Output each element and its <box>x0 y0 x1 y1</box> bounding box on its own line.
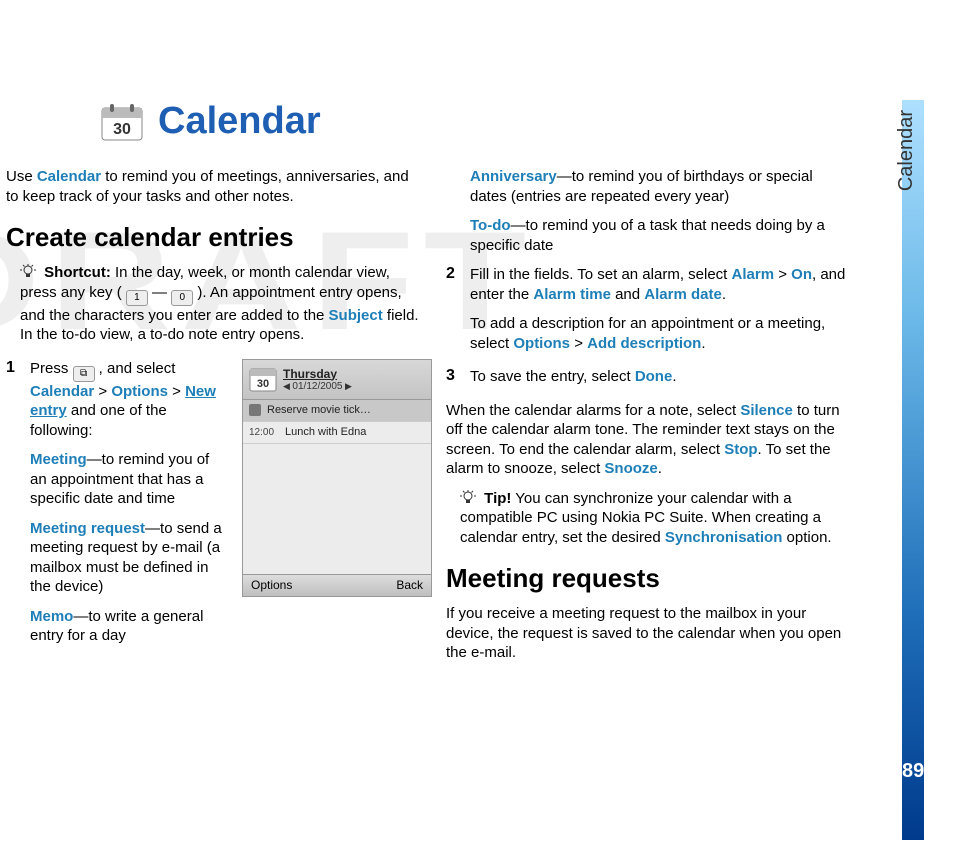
entry-text: Lunch with Edna <box>285 426 366 438</box>
calendar-chapter-icon: 30 <box>100 102 144 142</box>
heading-meeting-requests: Meeting requests <box>446 563 850 594</box>
step-1: 1 Press ⧉ , and select Calendar > Option… <box>6 359 424 656</box>
key-0: 0 <box>171 290 193 306</box>
entry-type-todo: To-do <box>470 217 511 234</box>
chapter-title: Calendar <box>158 100 321 143</box>
step-number-3: 3 <box>446 367 460 397</box>
shortcut-box: Shortcut: In the day, week, or month cal… <box>6 263 424 345</box>
svg-text:30: 30 <box>257 378 269 390</box>
page-edge-band <box>902 100 924 840</box>
entry-type-anniversary: Anniversary <box>470 168 557 185</box>
tip-box: Tip! You can synchronize your calendar w… <box>446 489 850 548</box>
chapter-side-label: Calendar <box>895 110 918 191</box>
shortcut-label: Shortcut: <box>44 264 111 281</box>
phone-date: ◀ 01/12/2005 ▶ <box>283 381 352 392</box>
step-number-2: 2 <box>446 265 460 363</box>
memo-entry-icon <box>249 404 261 416</box>
entry-type-memo: Memo <box>30 608 73 625</box>
softkey-right: Back <box>396 578 423 592</box>
meeting-requests-intro: If you receive a meeting request to the … <box>446 604 850 663</box>
heading-create-entries: Create calendar entries <box>6 222 424 253</box>
term-calendar: Calendar <box>37 168 101 185</box>
softkey-left: Options <box>251 578 292 592</box>
entry-time: 12:00 <box>249 427 285 438</box>
phone-day-label: Thursday <box>283 367 352 381</box>
alarm-paragraph: When the calendar alarms for a note, sel… <box>446 401 850 479</box>
menu-key-icon: ⧉ <box>73 366 95 382</box>
lightbulb-icon <box>460 489 476 505</box>
step-3: 3 To save the entry, select Done. <box>446 367 850 397</box>
step-number-1: 1 <box>6 359 20 656</box>
entry-type-meeting-request: Meeting request <box>30 520 145 537</box>
intro-paragraph: Use Calendar to remind you of meetings, … <box>6 167 424 206</box>
page-number: 89 <box>902 760 924 783</box>
lightbulb-icon <box>20 263 36 279</box>
field-subject: Subject <box>329 307 383 324</box>
svg-text:30: 30 <box>113 121 131 138</box>
entry-type-meeting: Meeting <box>30 451 87 468</box>
key-1: 1 <box>126 290 148 306</box>
phone-entry: 12:00 Lunch with Edna <box>243 422 431 444</box>
mini-calendar-icon: 30 <box>249 365 277 393</box>
phone-screenshot: 30 Thursday ◀ 01/12/2005 ▶ Reserve movie… <box>242 359 432 597</box>
step-2: 2 Fill in the fields. To set an alarm, s… <box>446 265 850 363</box>
tip-label: Tip! <box>484 490 511 507</box>
phone-entry-selected: Reserve movie tick… <box>243 400 431 422</box>
